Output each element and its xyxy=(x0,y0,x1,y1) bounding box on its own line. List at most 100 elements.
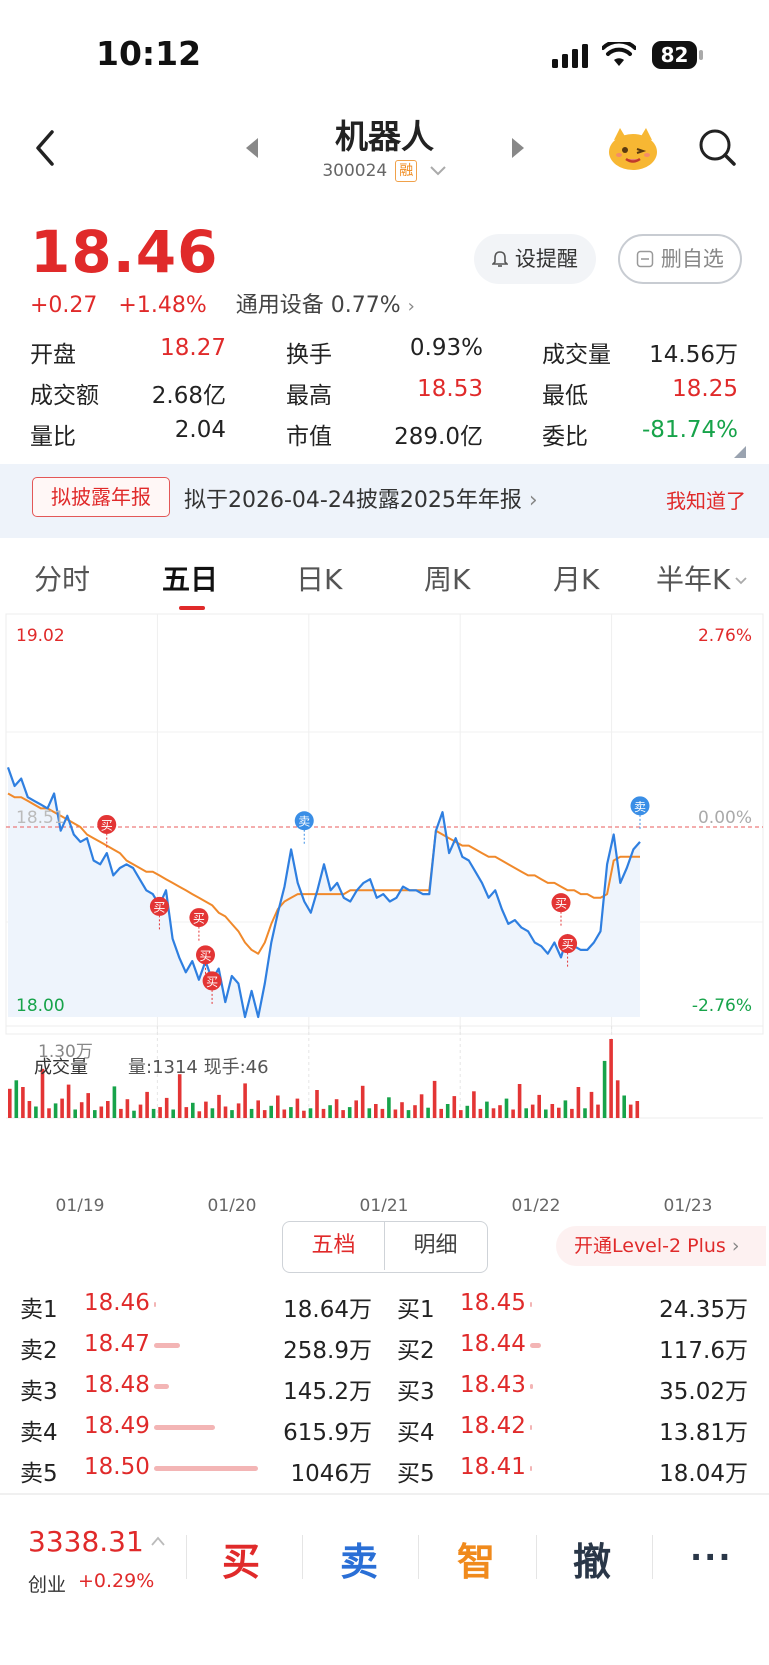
ask-label: 卖4 xyxy=(20,1420,58,1446)
remove-favorite-label: 删自选 xyxy=(660,247,724,271)
five-day-chart[interactable]: 买买买买买卖买买卖 19.02 18.51 18.00 2.76% 0.00% … xyxy=(0,612,769,1212)
volume-bar xyxy=(589,1091,594,1118)
volume-bar xyxy=(8,1088,12,1118)
ask-price[interactable]: 18.49 xyxy=(84,1413,150,1439)
bid-price[interactable]: 18.43 xyxy=(460,1372,526,1398)
bid-label: 买1 xyxy=(397,1297,435,1323)
volume-bar xyxy=(485,1101,489,1118)
volume-bar xyxy=(53,1103,58,1118)
stat-value-amount: 2.68亿 xyxy=(151,383,226,409)
ask-price[interactable]: 18.47 xyxy=(84,1331,150,1357)
volume-bar xyxy=(544,1109,548,1118)
segment-five-levels[interactable]: 五档 xyxy=(283,1222,384,1270)
bid-price[interactable]: 18.44 xyxy=(460,1331,526,1357)
cancel-order-button[interactable]: 撤 xyxy=(573,1531,611,1586)
volume-bar xyxy=(374,1104,378,1118)
mascot-icon[interactable] xyxy=(606,124,660,172)
ask-price[interactable]: 18.48 xyxy=(84,1372,150,1398)
remove-favorite-button[interactable]: 删自选 xyxy=(618,234,742,284)
bid-price[interactable]: 18.41 xyxy=(460,1454,526,1480)
volume-bar xyxy=(119,1108,123,1118)
volume-bar xyxy=(262,1110,267,1118)
stat-value-volume-ratio: 2.04 xyxy=(174,417,226,443)
search-icon[interactable] xyxy=(698,128,738,168)
volume-bars xyxy=(8,1039,640,1118)
bottom-divider xyxy=(0,1493,769,1495)
stat-label-high: 最高 xyxy=(286,383,332,409)
bid-volume-bar xyxy=(530,1384,534,1389)
set-alert-button[interactable]: 设提醒 xyxy=(474,234,596,284)
bid-volume: 117.6万 xyxy=(659,1338,748,1364)
ask-volume: 258.9万 xyxy=(283,1338,372,1364)
volume-bar xyxy=(504,1098,509,1118)
ask-volume-bar xyxy=(154,1425,216,1430)
ask-volume: 615.9万 xyxy=(283,1420,372,1446)
y-left-mid: 18.51 xyxy=(16,808,65,828)
ask-price[interactable]: 18.50 xyxy=(84,1454,150,1480)
volume-bar xyxy=(132,1110,136,1118)
volume-bar xyxy=(445,1104,450,1118)
volume-bar xyxy=(354,1100,358,1118)
tab-five-day[interactable]: 五日 xyxy=(162,558,218,598)
chevron-right-icon: › xyxy=(731,1235,740,1257)
bell-icon xyxy=(491,251,510,267)
bid-volume-bar xyxy=(530,1466,532,1471)
ask-price[interactable]: 18.46 xyxy=(84,1290,150,1316)
x-axis-labels: 01/19 01/20 01/21 01/22 01/23 xyxy=(56,1196,713,1212)
last-price: 18.46 xyxy=(30,218,219,286)
smart-trade-button[interactable]: 智 xyxy=(457,1531,495,1586)
more-button[interactable]: ··· xyxy=(690,1538,732,1576)
volume-bar xyxy=(478,1108,483,1118)
tab-monthly-k[interactable]: 月K xyxy=(553,558,599,598)
expand-corner-icon[interactable] xyxy=(734,446,746,458)
volume-grid xyxy=(6,1025,763,1119)
stat-label-order-ratio: 委比 xyxy=(542,424,588,450)
bid-price[interactable]: 18.45 xyxy=(460,1290,526,1316)
x-tick-label: 01/19 xyxy=(56,1196,105,1212)
bid-price[interactable]: 18.42 xyxy=(460,1413,526,1439)
marker-label: 买 xyxy=(193,912,205,926)
bid-volume: 18.04万 xyxy=(659,1461,748,1487)
tab-daily-k[interactable]: 日K xyxy=(296,558,342,598)
volume-bar xyxy=(459,1110,463,1118)
bottom-separator xyxy=(418,1535,419,1579)
segment-detail[interactable]: 明细 xyxy=(385,1222,486,1270)
notice-dismiss-button[interactable]: 我知道了 xyxy=(666,485,746,514)
change-amount: +0.27 xyxy=(30,293,98,318)
bid-label: 买3 xyxy=(397,1379,435,1405)
notice-text[interactable]: 拟于2026-04-24披露2025年年报 › xyxy=(184,482,538,514)
volume-bar xyxy=(393,1109,398,1118)
sector-link[interactable]: 通用设备 0.77% › xyxy=(236,293,415,318)
tab-half-year-k[interactable]: 半年K xyxy=(656,558,748,598)
sell-button[interactable]: 卖 xyxy=(340,1531,378,1586)
chevron-right-icon: › xyxy=(528,488,538,513)
sector-name: 通用设备 xyxy=(235,293,324,318)
volume-bar xyxy=(387,1097,391,1118)
marker-label: 买 xyxy=(206,975,218,989)
set-alert-label: 设提醒 xyxy=(514,247,578,271)
volume-bar xyxy=(452,1096,457,1118)
volume-bar xyxy=(289,1107,293,1118)
bottom-separator xyxy=(536,1535,537,1579)
volume-bar xyxy=(269,1105,273,1118)
ask-volume-bar xyxy=(154,1343,180,1348)
tab-weekly-k[interactable]: 周K xyxy=(424,558,470,598)
buy-button[interactable]: 买 xyxy=(222,1531,260,1586)
bottom-separator xyxy=(302,1535,303,1579)
sell-marker: 卖 xyxy=(294,811,314,845)
volume-bar xyxy=(210,1108,215,1118)
volume-bar xyxy=(276,1095,280,1118)
volume-bar xyxy=(321,1108,326,1118)
volume-bar xyxy=(171,1109,175,1118)
volume-bar xyxy=(472,1091,476,1118)
volume-bar xyxy=(204,1101,208,1118)
tab-minute[interactable]: 分时 xyxy=(34,558,90,598)
chevron-up-icon[interactable] xyxy=(150,1535,166,1547)
level2-upgrade-button[interactable]: 开通Level-2 Plus › xyxy=(556,1226,766,1266)
status-time: 10:12 xyxy=(96,34,202,73)
volume-bar xyxy=(27,1101,32,1118)
stat-label-volume: 成交量 xyxy=(542,342,611,368)
volume-bar xyxy=(47,1108,51,1118)
index-value[interactable]: 3338.31 xyxy=(28,1525,144,1558)
volume-bar xyxy=(328,1105,332,1118)
